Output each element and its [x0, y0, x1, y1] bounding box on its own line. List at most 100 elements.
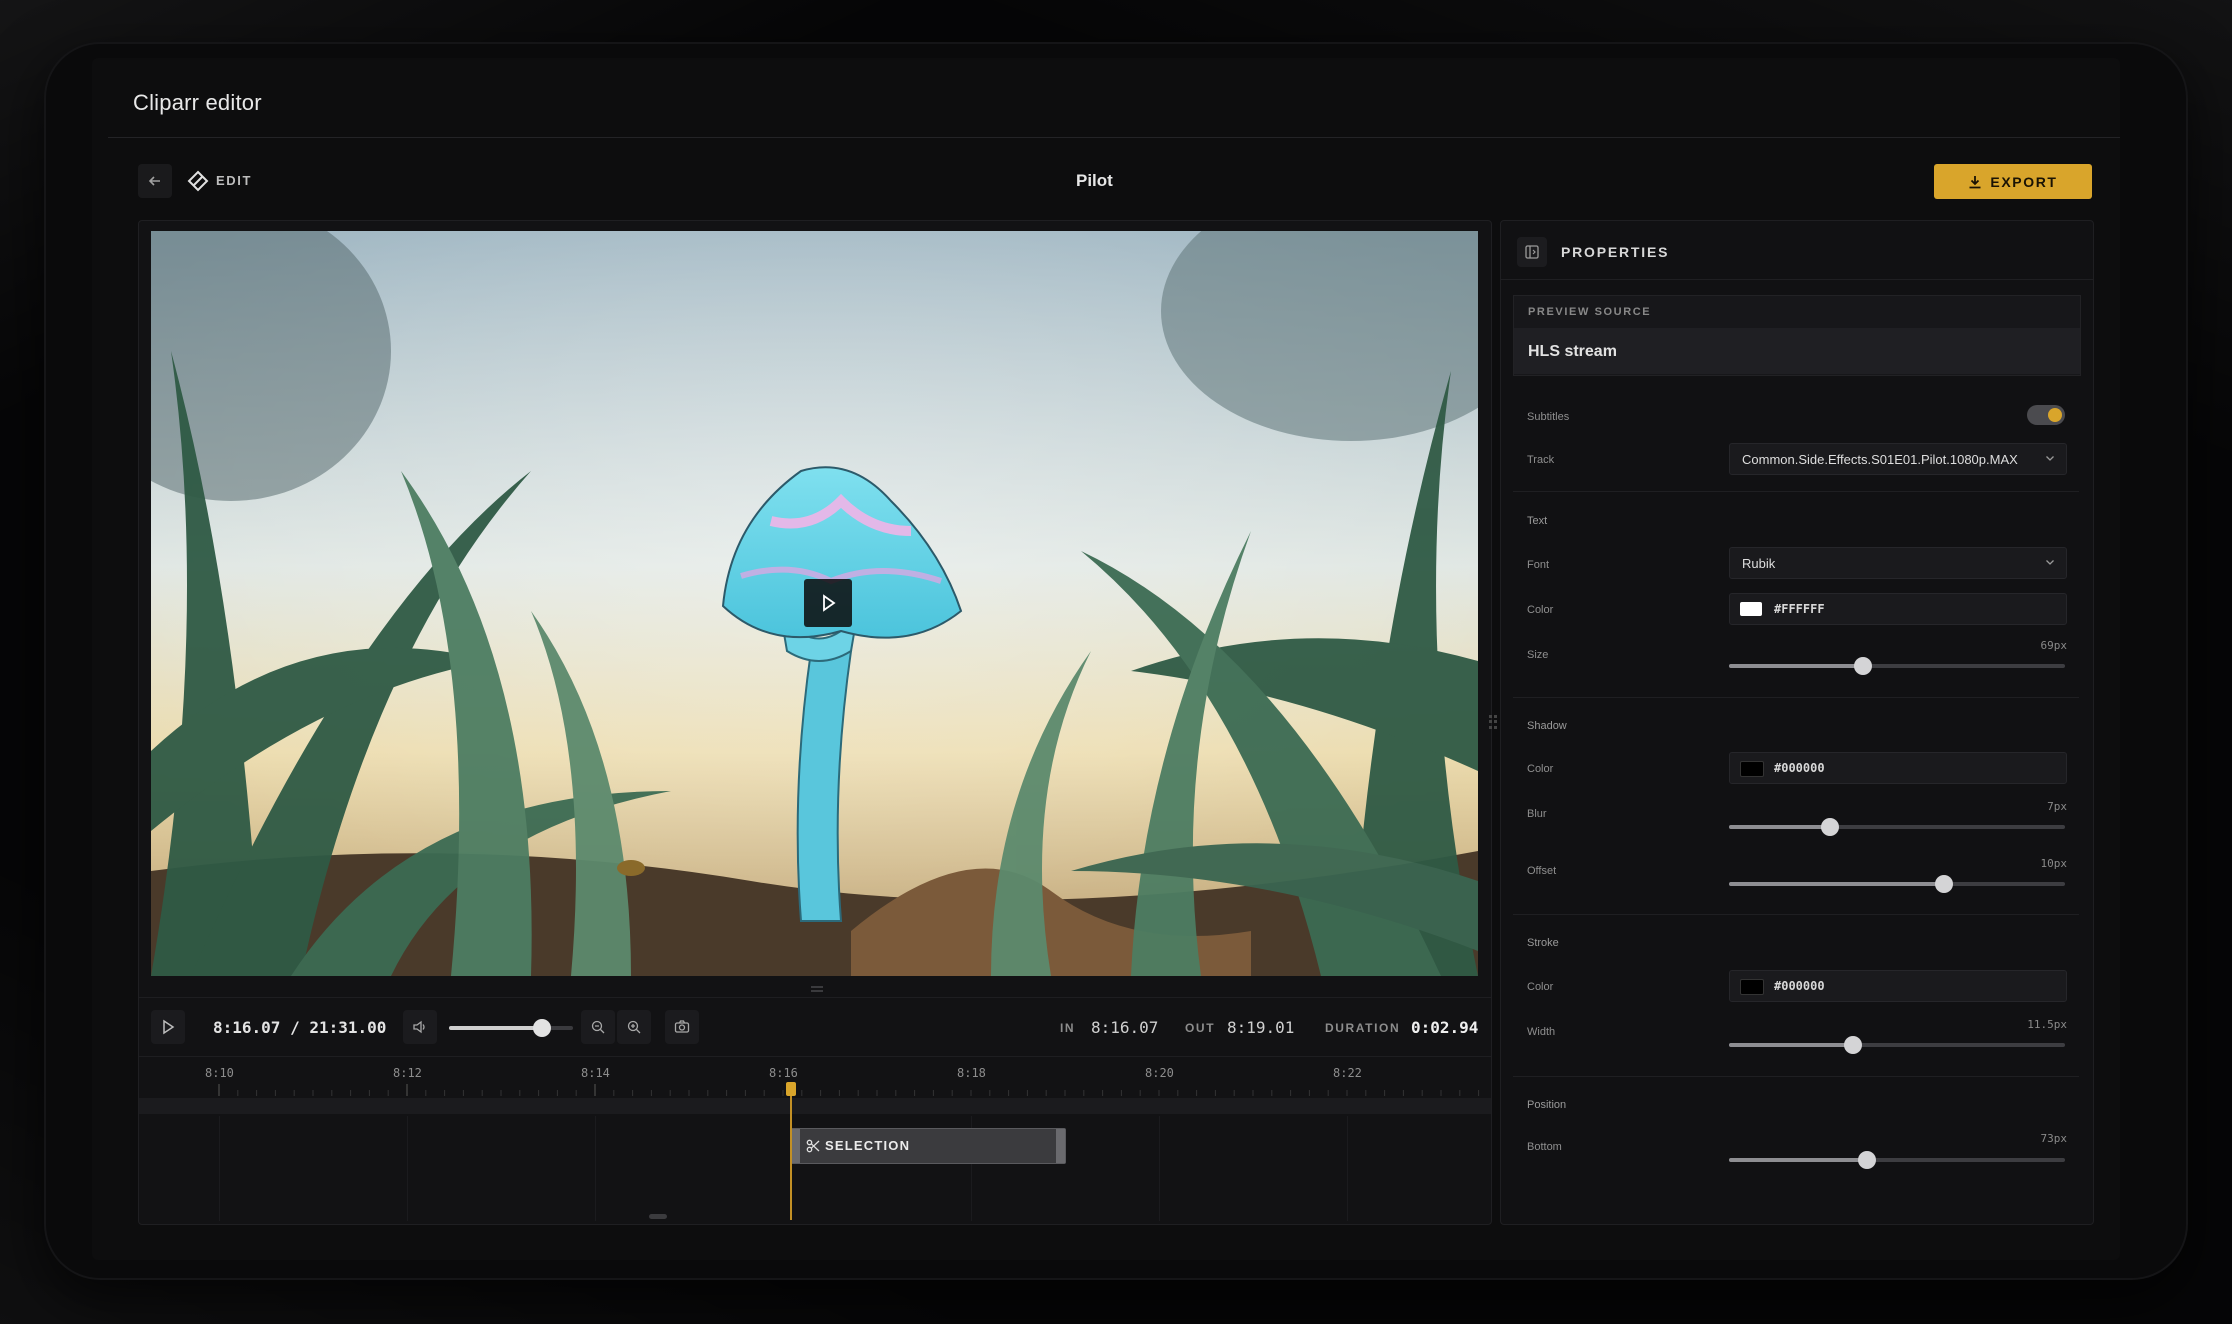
bottom-label: Bottom: [1527, 1141, 1562, 1153]
total-time: 21:31.00: [309, 1018, 387, 1037]
play-icon: [163, 1019, 175, 1035]
in-time: 8:16.07: [1091, 1018, 1159, 1037]
tick-label: 8:10: [205, 1066, 234, 1080]
slider-knob[interactable]: [1844, 1036, 1863, 1054]
volume-icon: [413, 1020, 425, 1034]
zoom-out-button[interactable]: [581, 1010, 615, 1044]
selection-start-handle[interactable]: [791, 1129, 800, 1163]
subtitles-label: Subtitles: [1527, 411, 1570, 423]
preview-source-select[interactable]: HLS stream: [1514, 328, 2080, 374]
offset-slider[interactable]: [1729, 875, 2065, 893]
playback-controls: 8:16.07 / 21:31.00 IN 8:16.07 OUT 8:19.0…: [139, 997, 1491, 1057]
section-divider: [1513, 697, 2079, 698]
tick-label: 8:22: [1333, 1066, 1362, 1080]
collapse-panel-button[interactable]: [1517, 237, 1547, 267]
timecode-display: 8:16.07 / 21:31.00: [213, 1018, 386, 1037]
position-section-label: Position: [1527, 1099, 1567, 1111]
selection-end-handle[interactable]: [1056, 1129, 1065, 1163]
size-label: Size: [1527, 649, 1549, 661]
out-time: 8:19.01: [1227, 1018, 1295, 1037]
title-divider: [108, 137, 2120, 138]
back-button[interactable]: [138, 164, 172, 198]
font-select[interactable]: Rubik: [1729, 547, 2067, 579]
chevron-down-icon: [2046, 560, 2054, 565]
slider-knob[interactable]: [1820, 818, 1839, 836]
chevron-down-icon: [2046, 456, 2054, 461]
zoom-out-icon: [591, 1020, 605, 1034]
video-play-button[interactable]: [804, 579, 852, 627]
timeline-ruler: [218, 1084, 1480, 1096]
scissors-icon: [806, 1139, 820, 1153]
play-icon: [823, 594, 836, 612]
duration-label: DURATION: [1325, 1021, 1401, 1035]
stroke-color-value: #000000: [1774, 979, 1825, 993]
export-button[interactable]: EXPORT: [1934, 164, 2092, 199]
tick-label: 8:12: [393, 1066, 422, 1080]
slider-knob[interactable]: [1935, 875, 1954, 893]
slider-knob[interactable]: [1854, 657, 1873, 675]
subtitles-toggle[interactable]: [2027, 405, 2065, 425]
panel-split-handle[interactable]: [1489, 715, 1497, 729]
slider-fill: [1729, 664, 1864, 668]
bottom-slider[interactable]: [1729, 1151, 2065, 1169]
width-value: 11.5px: [2027, 1018, 2067, 1031]
slider-knob[interactable]: [1857, 1151, 1876, 1169]
current-time: 8:16.07: [213, 1018, 281, 1037]
properties-panel: PROPERTIES PREVIEW SOURCE HLS stream Sub…: [1500, 220, 2094, 1225]
text-color-label: Color: [1527, 604, 1554, 616]
selection-label: SELECTION: [825, 1138, 911, 1153]
slider-fill: [1729, 1043, 1854, 1047]
width-label: Width: [1527, 1026, 1556, 1038]
play-button[interactable]: [151, 1010, 185, 1044]
properties-header: PROPERTIES: [1501, 221, 2093, 280]
playhead-handle[interactable]: [786, 1082, 796, 1096]
zoom-in-icon: [627, 1020, 641, 1034]
preview-source-value: HLS stream: [1528, 343, 1617, 360]
preview-source-section: PREVIEW SOURCE HLS stream: [1513, 295, 2081, 376]
section-divider: [1513, 1076, 2079, 1077]
document-title: Pilot: [1076, 171, 1113, 190]
volume-knob[interactable]: [533, 1019, 551, 1037]
shadow-color-label: Color: [1527, 763, 1554, 775]
slider-fill: [1729, 825, 1830, 829]
shadow-color-input[interactable]: #000000: [1729, 752, 2067, 784]
out-label: OUT: [1185, 1021, 1216, 1035]
blur-label: Blur: [1527, 808, 1547, 820]
track-select[interactable]: Common.Side.Effects.S01E01.Pilot.1080p.M…: [1729, 443, 2067, 475]
camera-icon: [674, 1020, 690, 1033]
timeline-scrollbar[interactable]: [649, 1214, 667, 1219]
edit-mode-label: EDIT: [216, 173, 253, 188]
width-slider[interactable]: [1729, 1036, 2065, 1054]
tick-label: 8:14: [581, 1066, 610, 1080]
stroke-section-label: Stroke: [1527, 937, 1559, 949]
snapshot-button[interactable]: [665, 1010, 699, 1044]
time-separator: /: [290, 1018, 300, 1037]
text-color-value: #FFFFFF: [1774, 602, 1825, 616]
grid-line: [219, 1116, 220, 1221]
timeline[interactable]: 8:10 8:12 8:14 8:16 8:18 8:20 8:22 SELEC…: [139, 1056, 1491, 1224]
preview-panel: 8:16.07 / 21:31.00 IN 8:16.07 OUT 8:19.0…: [138, 220, 1492, 1225]
stroke-color-input[interactable]: #000000: [1729, 970, 2067, 1002]
text-color-swatch: [1740, 602, 1762, 616]
volume-slider[interactable]: [449, 1019, 573, 1037]
edit-diamond-icon: [186, 169, 210, 193]
export-label: EXPORT: [1990, 173, 2058, 190]
size-slider[interactable]: [1729, 657, 2065, 675]
blur-slider[interactable]: [1729, 818, 2065, 836]
size-value: 69px: [2040, 639, 2068, 652]
resize-handle[interactable]: [811, 986, 823, 992]
stroke-color-swatch: [1740, 979, 1764, 995]
sidebar-panel-icon: [1525, 245, 1539, 259]
slider-fill: [1729, 882, 1945, 886]
playhead[interactable]: [790, 1082, 792, 1220]
grid-line: [407, 1116, 408, 1221]
track-value: Common.Side.Effects.S01E01.Pilot.1080p.M…: [1742, 452, 2018, 467]
zoom-in-button[interactable]: [617, 1010, 651, 1044]
mute-button[interactable]: [403, 1010, 437, 1044]
video-frame[interactable]: [151, 231, 1478, 976]
tick-label: 8:20: [1145, 1066, 1174, 1080]
text-color-input[interactable]: #FFFFFF: [1729, 593, 2067, 625]
offset-value: 10px: [2040, 857, 2068, 870]
stroke-color-label: Color: [1527, 981, 1554, 993]
selection-clip[interactable]: SELECTION: [790, 1128, 1066, 1164]
